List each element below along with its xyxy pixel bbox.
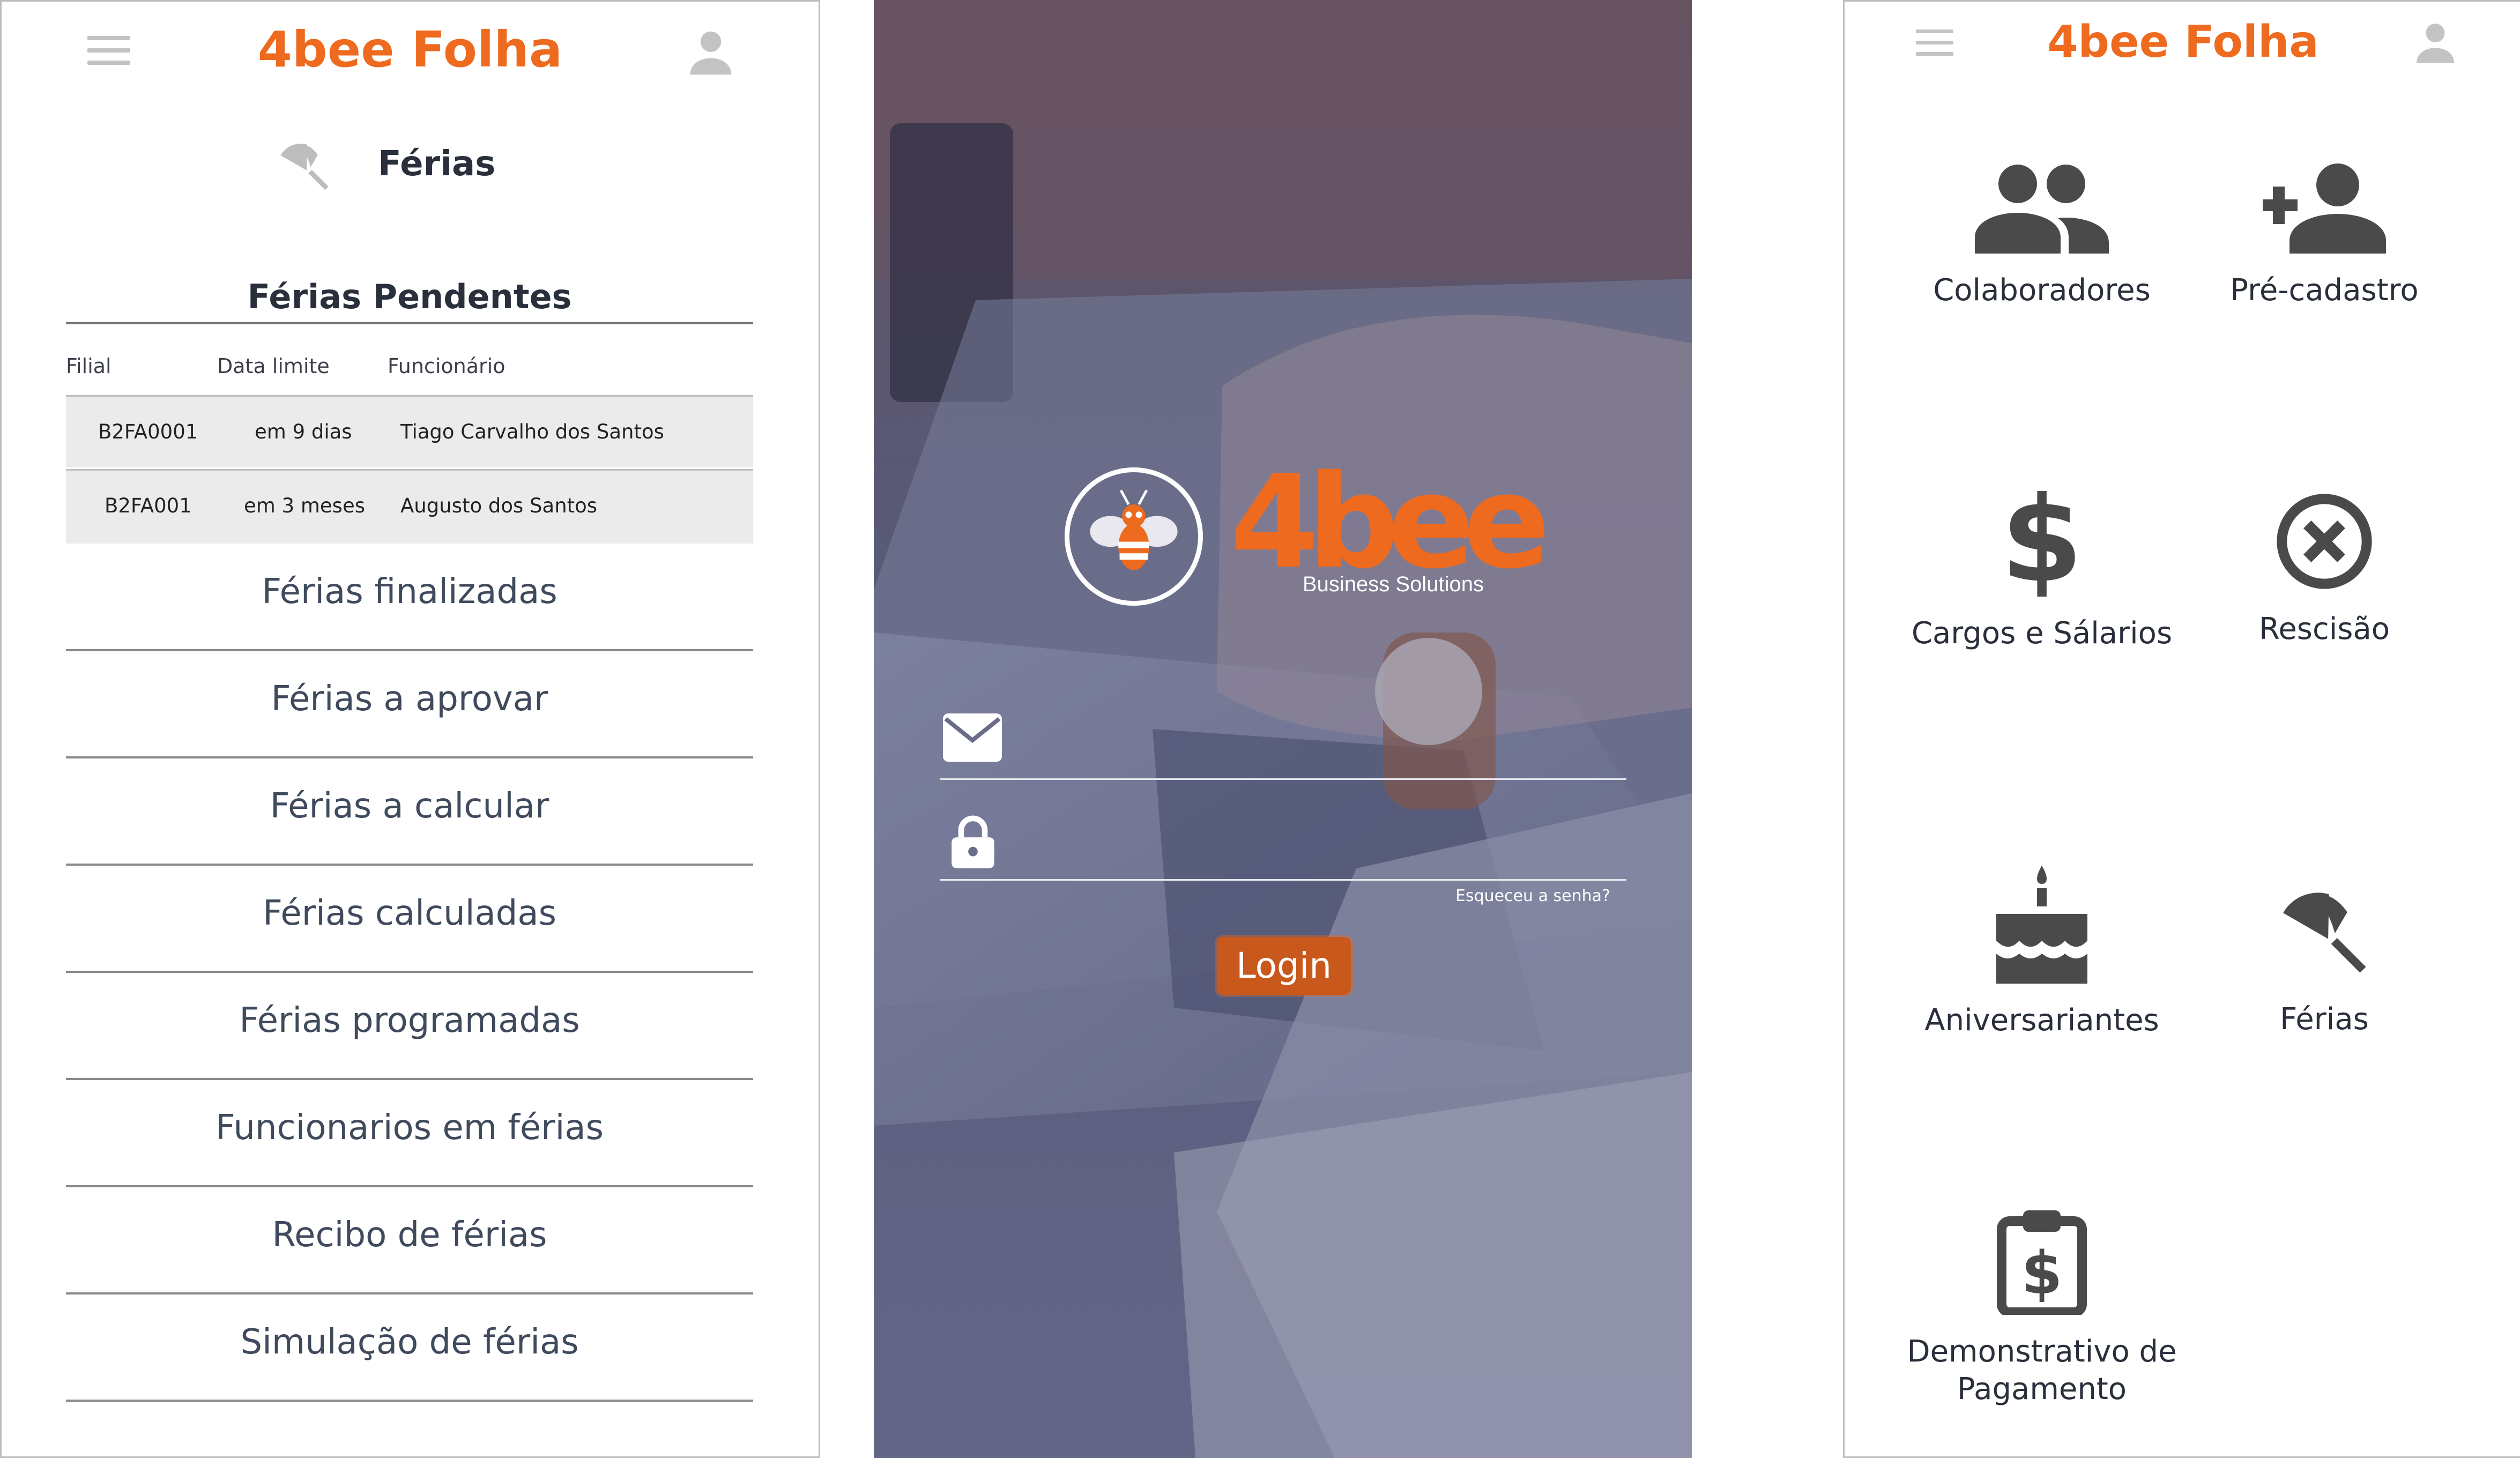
- cell-funcionario: Tiago Carvalho dos Santos: [400, 420, 664, 443]
- lock-icon: [951, 815, 994, 868]
- menu-item-label: Férias a calcular: [270, 786, 549, 826]
- menu-item-label: Férias programadas: [239, 1001, 580, 1040]
- menu-item-label: Férias finalizadas: [262, 572, 557, 612]
- menu-item-ferias-finalizadas[interactable]: Férias finalizadas: [66, 544, 753, 651]
- forgot-password-link[interactable]: Esqueceu a senha?: [1455, 887, 1610, 905]
- divider: [66, 322, 753, 324]
- login-screen: 4bee Business Solutions Esqueceu a senha…: [874, 0, 1692, 1458]
- page-title: Férias: [378, 144, 496, 184]
- tile-cargos-e-salarios[interactable]: $ Cargos e Sálarios: [1902, 484, 2181, 652]
- cell-filial: B2FA0001: [98, 420, 198, 443]
- user-icon[interactable]: [2413, 20, 2458, 65]
- bee-icon: [1090, 489, 1178, 570]
- menu-item-ferias-a-aprovar[interactable]: Férias a aprovar: [66, 651, 753, 758]
- cell-funcionario: Augusto dos Santos: [400, 494, 598, 517]
- cell-filial: B2FA001: [105, 494, 192, 517]
- column-header-funcionario: Funcionário: [388, 354, 506, 378]
- bee-logo: [1065, 467, 1203, 606]
- svg-text:$: $: [2021, 1239, 2063, 1307]
- tile-label: Rescisão: [2258, 612, 2390, 646]
- column-header-data-limite: Data limite: [217, 354, 330, 378]
- cell-data-limite: em 3 meses: [244, 494, 365, 517]
- email-field[interactable]: [940, 778, 1626, 780]
- email-icon: [943, 713, 1002, 762]
- tile-pre-cadastro[interactable]: Pré-cadastro: [2185, 162, 2464, 309]
- menu-item-label: Férias a aprovar: [271, 679, 548, 719]
- menu-item-simulacao-de-ferias[interactable]: Simulação de férias: [66, 1295, 753, 1402]
- login-button[interactable]: Login: [1217, 937, 1351, 995]
- menu-item-ferias-calculadas[interactable]: Férias calculadas: [66, 866, 753, 973]
- menu-item-label: Férias calculadas: [263, 894, 556, 933]
- menu-item-ferias-programadas[interactable]: Férias programadas: [66, 973, 753, 1080]
- tile-ferias[interactable]: Férias: [2185, 881, 2464, 1038]
- menu-item-ferias-a-calcular[interactable]: Férias a calcular: [66, 758, 753, 866]
- menu-item-funcionarios-em-ferias[interactable]: Funcionarios em férias: [66, 1080, 753, 1187]
- menu-item-label: Funcionarios em férias: [215, 1108, 604, 1148]
- ferias-screen: 4bee Folha Férias Férias Pendentes Filia…: [0, 0, 820, 1458]
- tile-label: Demonstrativo de Pagamento: [1907, 1334, 2177, 1407]
- tile-label: Aniversariantes: [1924, 1003, 2159, 1038]
- pending-section-title: Férias Pendentes: [247, 277, 572, 316]
- cell-data-limite: em 9 dias: [255, 420, 352, 443]
- umbrella-icon: [280, 143, 329, 190]
- tile-label: Cargos e Sálarios: [1911, 616, 2173, 651]
- clipboard-dollar-icon: $: [1997, 1210, 2087, 1315]
- menu-item-label: Recibo de férias: [272, 1215, 547, 1255]
- home-screen: 4bee Folha Colaboradores Pré-cadastro $ …: [1843, 0, 2520, 1458]
- people-icon: [1975, 165, 2109, 254]
- tile-label: Colaboradores: [1933, 273, 2151, 308]
- password-field[interactable]: [940, 879, 1626, 881]
- cake-icon: [1996, 866, 2087, 984]
- table-row[interactable]: B2FA0001 em 9 dias Tiago Carvalho dos Sa…: [66, 395, 753, 467]
- brand-subtitle: Business Solutions: [1303, 572, 1484, 596]
- table-row[interactable]: B2FA001 em 3 meses Augusto dos Santos: [66, 469, 753, 544]
- tile-demonstrativo-de-pagamento[interactable]: $ Demonstrativo de Pagamento: [1902, 1208, 2181, 1408]
- menu-item-recibo-de-ferias[interactable]: Recibo de férias: [66, 1187, 753, 1295]
- user-icon[interactable]: [686, 27, 735, 77]
- add-person-icon: [2263, 163, 2386, 254]
- brand-logo: 4bee: [1230, 458, 1550, 586]
- tile-aniversariantes[interactable]: Aniversariantes: [1902, 866, 2181, 1039]
- umbrella-icon: [2283, 892, 2366, 973]
- svg-text:$: $: [2004, 484, 2079, 597]
- tile-label: Férias: [2280, 1002, 2369, 1037]
- tile-rescisao[interactable]: Rescisão: [2185, 490, 2464, 648]
- cancel-circle-icon: [2277, 494, 2372, 589]
- menu-item-label: Simulação de férias: [240, 1322, 579, 1362]
- column-header-filial: Filial: [66, 354, 111, 378]
- dollar-icon: $: [2004, 484, 2079, 597]
- tile-colaboradores[interactable]: Colaboradores: [1902, 162, 2181, 309]
- tile-label: Pré-cadastro: [2230, 273, 2419, 308]
